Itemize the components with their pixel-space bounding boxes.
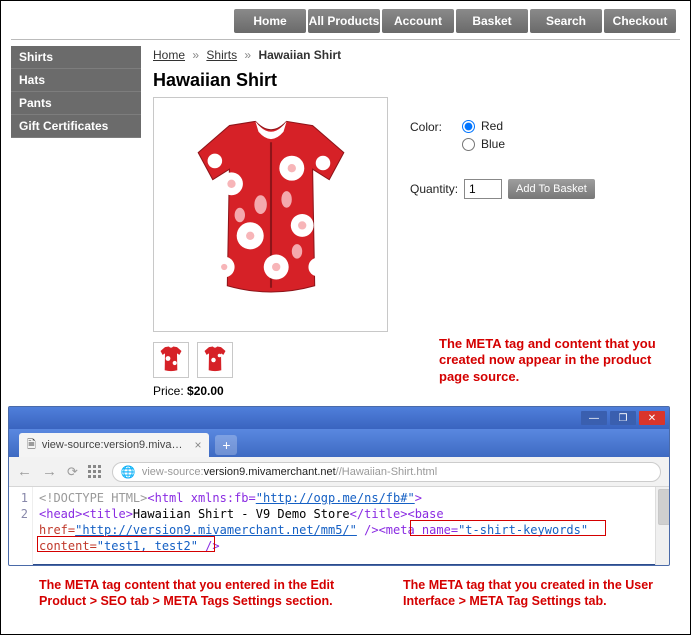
breadcrumb: Home » Shirts » Hawaiian Shirt: [153, 46, 680, 68]
window-maximize-button[interactable]: ❐: [610, 411, 636, 425]
color-option-red[interactable]: Red: [462, 119, 505, 133]
color-radio-blue[interactable]: [462, 138, 475, 151]
page-icon: 🗎: [27, 436, 36, 455]
thumbnail-1[interactable]: [153, 342, 189, 378]
apps-icon[interactable]: [88, 465, 102, 479]
quantity-label: Quantity:: [410, 182, 458, 196]
nav-all-products[interactable]: All Products: [308, 9, 380, 33]
url-text: view-source:version9.mivamerchant.net//H…: [142, 466, 437, 478]
product-options: Color: Red Blue: [388, 97, 595, 332]
page-source: <!DOCTYPE HTML><html xmlns:fb="http://og…: [33, 487, 655, 565]
reload-icon[interactable]: ⟳: [67, 464, 78, 480]
product-image-main: [153, 97, 388, 332]
add-to-basket-button[interactable]: Add To Basket: [508, 179, 595, 199]
sidebar-item-hats[interactable]: Hats: [11, 69, 141, 92]
address-bar[interactable]: 🌐 view-source:version9.mivamerchant.net/…: [112, 462, 661, 482]
category-sidebar: Shirts Hats Pants Gift Certificates: [11, 46, 141, 398]
back-icon[interactable]: ←: [17, 463, 32, 480]
product-price: Price: $20.00: [153, 384, 680, 398]
quantity-input[interactable]: [464, 179, 502, 199]
top-nav: Home All Products Account Basket Search …: [1, 1, 690, 33]
sidebar-item-gift-certificates[interactable]: Gift Certificates: [11, 115, 141, 138]
nav-home[interactable]: Home: [234, 9, 306, 33]
callout-meta-appears: The META tag and content that you create…: [439, 336, 659, 385]
nav-account[interactable]: Account: [382, 9, 454, 33]
thumbnail-2[interactable]: [197, 342, 233, 378]
breadcrumb-current: Hawaiian Shirt: [258, 48, 341, 62]
color-label: Color:: [410, 119, 462, 134]
browser-tabstrip: 🗎 view-source:version9.miva… × +: [9, 429, 669, 457]
color-radio-blue-label: Blue: [481, 137, 505, 151]
breadcrumb-category[interactable]: Shirts: [206, 48, 237, 62]
sidebar-item-pants[interactable]: Pants: [11, 92, 141, 115]
color-option-blue[interactable]: Blue: [462, 137, 505, 151]
browser-window: — ❐ ✕ 🗎 view-source:version9.miva… × + ←…: [8, 406, 670, 566]
new-tab-button[interactable]: +: [215, 435, 237, 455]
nav-basket[interactable]: Basket: [456, 9, 528, 33]
tab-title: view-source:version9.miva…: [42, 439, 183, 451]
breadcrumb-sep: »: [188, 48, 203, 62]
callout-meta-content: The META tag content that you entered in…: [39, 577, 359, 610]
scrollbar[interactable]: [655, 487, 669, 565]
callout-meta-tag: The META tag that you created in the Use…: [403, 577, 663, 610]
line-gutter: 1 2: [9, 487, 33, 565]
hawaiian-shirt-image: [167, 111, 375, 319]
window-close-button[interactable]: ✕: [639, 411, 665, 425]
window-minimize-button[interactable]: —: [581, 411, 607, 425]
browser-tab[interactable]: 🗎 view-source:version9.miva… ×: [19, 433, 209, 457]
breadcrumb-home[interactable]: Home: [153, 48, 185, 62]
price-value: $20.00: [187, 384, 224, 398]
breadcrumb-sep: »: [240, 48, 255, 62]
browser-toolbar: ← → ⟳ 🌐 view-source:version9.mivamerchan…: [9, 457, 669, 487]
color-radio-red[interactable]: [462, 120, 475, 133]
forward-icon[interactable]: →: [42, 463, 57, 480]
price-label: Price:: [153, 384, 187, 398]
window-titlebar: — ❐ ✕: [9, 407, 669, 429]
nav-checkout[interactable]: Checkout: [604, 9, 676, 33]
tab-close-icon[interactable]: ×: [188, 438, 201, 452]
sidebar-item-shirts[interactable]: Shirts: [11, 46, 141, 69]
nav-search[interactable]: Search: [530, 9, 602, 33]
product-title: Hawaiian Shirt: [153, 70, 680, 91]
globe-icon: 🌐: [121, 465, 136, 479]
color-radio-red-label: Red: [481, 119, 503, 133]
